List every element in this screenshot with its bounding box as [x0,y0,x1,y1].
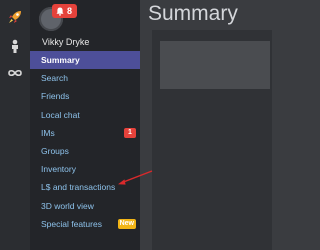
sidebar-item-inventory[interactable]: Inventory [30,160,140,178]
sidebar-item-label: Summary [41,55,80,66]
sidebar-item-label: Inventory [41,164,76,175]
sidebar-item-local-chat[interactable]: Local chat [30,106,140,124]
user-name: Vikky Dryke [42,37,90,47]
sidebar-item-label: 3D world view [41,200,94,211]
summary-card [160,41,270,89]
sidebar-item-label: L$ and transactions [41,182,116,193]
notification-count: 8 [67,6,73,16]
infinity-icon[interactable] [6,64,24,82]
person-icon[interactable] [6,37,24,55]
sidebar-item-label: Groups [41,146,69,157]
sidebar-item-summary[interactable]: Summary [30,51,140,70]
sidebar-item-transactions[interactable]: L$ and transactions [30,178,140,196]
notification-badge[interactable]: 8 [52,4,78,18]
new-badge: New [117,218,136,229]
sidebar-item-label: Special features [41,218,102,229]
sidebar: 8 Vikky Dryke Summary Search Friends Loc… [30,0,140,250]
ims-unread-badge: 1 [124,127,136,138]
sidebar-menu: Summary Search Friends Local chat IMs 1 … [30,51,140,233]
main-panel: Summary [140,0,272,250]
bell-icon [56,7,64,16]
sidebar-item-3d-world-view[interactable]: 3D world view [30,197,140,215]
sidebar-item-friends[interactable]: Friends [30,87,140,105]
sidebar-item-label: Local chat [41,109,80,120]
page-title: Summary [148,2,238,25]
sidebar-item-special-features[interactable]: Special features New [30,215,140,233]
app-rail [0,0,30,250]
sidebar-item-label: Search [41,73,68,84]
sidebar-item-ims[interactable]: IMs 1 [30,124,140,142]
sidebar-item-label: Friends [41,91,70,102]
sidebar-item-groups[interactable]: Groups [30,142,140,160]
sidebar-item-label: IMs [41,127,55,138]
rocket-icon[interactable] [6,8,24,26]
sidebar-item-search[interactable]: Search [30,69,140,87]
